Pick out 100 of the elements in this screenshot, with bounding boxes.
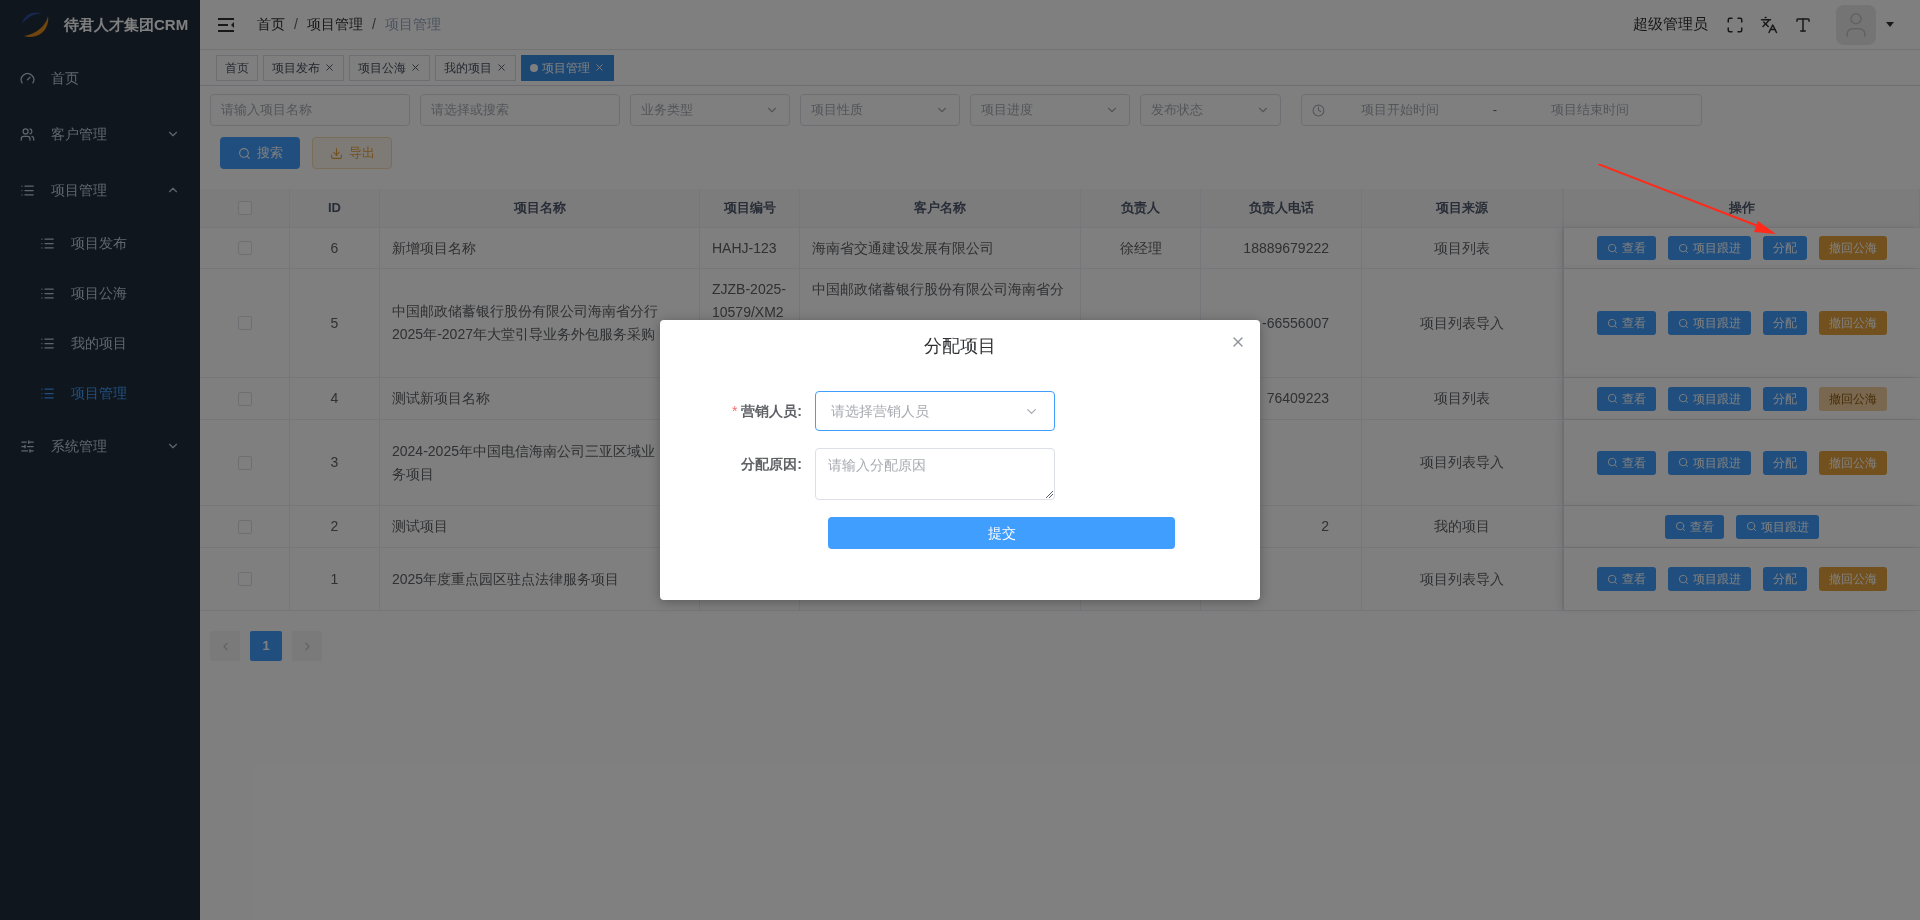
search-icon [1607, 242, 1618, 254]
menu-fold-icon[interactable] [217, 16, 235, 33]
column-header: 负责人电话 [1248, 199, 1314, 218]
sidebar-item[interactable]: 项目管理 [0, 162, 200, 218]
action-button[interactable]: 分配 [1763, 236, 1807, 260]
id-cell-text: 5 [330, 313, 339, 333]
project-name-cell-text: 2024-2025年中国电信海南公司三亚区域业 务项目 [392, 441, 655, 484]
breadcrumb-item[interactable]: 项目管理 [306, 14, 363, 35]
action-button[interactable]: 查看 [1597, 450, 1656, 475]
phone-cell-text: 18889679222 [1243, 238, 1329, 258]
font-size-icon[interactable] [1794, 15, 1812, 34]
tab[interactable]: 我的项目 [435, 54, 516, 81]
app-title: 待君人才集团CRM [64, 14, 189, 35]
id-cell-text: 1 [330, 569, 339, 589]
project-name-cell-text: 测试新项目名称 [392, 389, 490, 408]
search-icon [237, 146, 251, 160]
field-label: 营销人员: [741, 401, 802, 421]
search-button[interactable]: 搜索 [220, 137, 300, 169]
project-name-cell-text: 测试项目 [392, 517, 448, 536]
close-icon[interactable] [410, 62, 421, 73]
search-icon [1678, 573, 1689, 585]
column-header: 项目来源 [1436, 199, 1488, 218]
action-button[interactable]: 项目跟进 [1668, 450, 1751, 475]
action-button[interactable]: 撤回公海 [1819, 311, 1887, 335]
download-icon [329, 146, 343, 160]
sliders-icon [20, 438, 35, 454]
column-header: 客户名称 [914, 199, 966, 218]
search-icon [1675, 521, 1686, 532]
phone-cell-text: -66556007 [1262, 313, 1329, 333]
action-button[interactable]: 项目跟进 [1668, 567, 1751, 591]
close-icon[interactable] [496, 62, 507, 73]
field-label: 分配原因: [741, 454, 802, 474]
select-field[interactable]: 请选择营销人员 [815, 391, 1055, 431]
source-cell-text: 项目列表导入 [1420, 569, 1504, 589]
action-button[interactable]: 查看 [1597, 236, 1656, 260]
source-cell-text: 我的项目 [1434, 517, 1490, 536]
close-icon[interactable] [594, 62, 605, 73]
column-header: 负责人 [1121, 199, 1160, 218]
action-button[interactable]: 分配 [1763, 567, 1807, 591]
sidebar-item[interactable]: 系统管理 [0, 418, 200, 474]
sidebar-item[interactable]: 首页 [0, 50, 200, 106]
project-code-cell-text: ZJZB-2025- 10579/XM2 [712, 280, 786, 322]
translate-icon[interactable] [1760, 15, 1778, 34]
page-button[interactable]: 1 [250, 631, 282, 661]
column-header: 项目编号 [723, 199, 776, 218]
source-cell-text: 项目列表 [1434, 238, 1490, 258]
source-cell-text: 项目列表导入 [1420, 313, 1504, 333]
sidebar-item[interactable]: 客户管理 [0, 106, 200, 162]
action-button[interactable]: 项目跟进 [1668, 311, 1751, 335]
action-button[interactable]: 分配 [1763, 450, 1807, 475]
text-area[interactable]: 请输入分配原因 [815, 448, 1055, 500]
action-button[interactable]: 分配 [1763, 386, 1807, 411]
search-icon [1678, 393, 1689, 404]
breadcrumb-separator: / [371, 15, 376, 34]
action-button[interactable]: 项目跟进 [1668, 236, 1751, 260]
action-button[interactable]: 项目跟进 [1736, 514, 1819, 539]
breadcrumb-item[interactable]: 首页 [257, 14, 285, 35]
resize-handle-icon[interactable] [1046, 491, 1053, 498]
dialog-title: 分配项目 [924, 334, 996, 358]
caret-icon[interactable] [1886, 22, 1894, 27]
tab[interactable]: 项目发布 [263, 54, 344, 81]
search-icon [1746, 521, 1757, 532]
action-button[interactable]: 分配 [1763, 311, 1807, 335]
close-icon[interactable] [324, 62, 335, 73]
submit-button[interactable]: 提交 [828, 517, 1175, 549]
list-icon [40, 335, 55, 351]
tab[interactable]: 首页 [216, 54, 258, 81]
project-code-cell-text: HAHJ-123 [712, 239, 777, 258]
id-cell-text: 6 [330, 238, 339, 258]
column-header: 操作 [1728, 199, 1755, 218]
export-button[interactable]: 导出 [312, 137, 392, 169]
action-button[interactable]: 查看 [1597, 386, 1656, 411]
phone-cell-text: 76409223 [1266, 389, 1329, 408]
project-name-cell-text: 新增项目名称 [392, 238, 476, 258]
user-name: 超级管理员 [1633, 14, 1708, 35]
clock-icon [1312, 103, 1325, 117]
source-cell-text: 项目列表 [1434, 389, 1490, 408]
action-button[interactable]: 查看 [1597, 567, 1656, 591]
owner-cell-text: 徐经理 [1119, 238, 1162, 258]
action-button[interactable]: 撤回公海 [1819, 567, 1887, 591]
customer-name-cell-text: 海南省交通建设发展有限公司 [812, 239, 994, 258]
search-icon [1678, 242, 1689, 254]
avatar[interactable] [1836, 4, 1876, 45]
project-name-cell-text: 中国邮政储蓄银行股份有限公司海南省分行 2025年-2027年大堂引导业务外包服务采购 [392, 302, 658, 344]
tab[interactable]: 项目公海 [349, 54, 430, 81]
tab[interactable]: 项目管理 [521, 54, 614, 81]
action-button[interactable]: 项目跟进 [1668, 386, 1751, 411]
search-icon [1678, 457, 1689, 468]
id-cell-text: 4 [330, 389, 339, 408]
fullscreen-icon[interactable] [1726, 15, 1744, 34]
action-button[interactable]: 查看 [1597, 311, 1656, 335]
list-icon [40, 285, 55, 301]
action-button[interactable]: 撤回公海 [1819, 450, 1887, 475]
id-cell-text: 2 [330, 517, 339, 536]
required-mark: * [731, 401, 738, 421]
phone-cell-text: 2 [1321, 517, 1329, 536]
list-icon [40, 235, 55, 251]
action-button[interactable]: 撤回公海 [1819, 236, 1887, 260]
project-name-cell-text: 2025年度重点园区驻点法律服务项目 [392, 569, 620, 589]
action-button[interactable]: 查看 [1665, 514, 1724, 539]
